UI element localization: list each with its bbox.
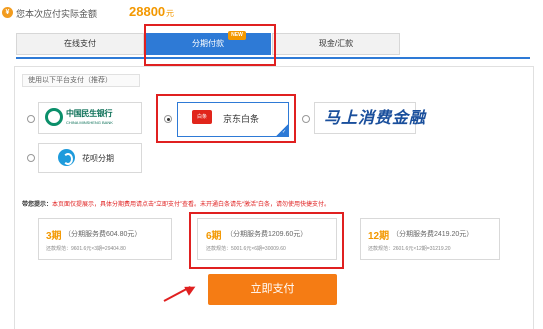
huabei-icon: [58, 149, 75, 166]
huabei-label: 花呗分期: [82, 154, 114, 163]
cmbc-name: 中国民生银行: [66, 109, 113, 118]
amount-value: 28800: [129, 4, 166, 19]
new-badge: NEW: [228, 31, 246, 40]
cmbc-logo: 中国民生银行 CHINA MINSHENG BANK: [42, 105, 132, 131]
radio-jd-baitiao[interactable]: [164, 115, 172, 123]
radio-huabei[interactable]: [27, 154, 35, 162]
yen-icon: ¥: [2, 7, 13, 18]
tab-online-pay[interactable]: 在线支付: [16, 33, 144, 55]
plan-period-3: 3期: [46, 231, 62, 242]
plan-detail-6: 还款规范：5001.6元×6期=30009.60: [206, 246, 286, 252]
plan-period-12: 12期: [368, 231, 390, 242]
plan-detail-3: 还款规范：9601.6元×3期=29404.80: [46, 246, 126, 252]
plan-period-6: 6期: [206, 231, 222, 242]
platform-section-title: 使用以下平台支付（推荐）: [22, 74, 140, 87]
tab-highlight-annotation: [144, 24, 276, 66]
jd-baitiao-label: 京东白条: [223, 114, 260, 124]
plan-fee-6: （分期服务费1209.60元）: [226, 231, 308, 238]
tip-text: 带您提示：本页面仅提展示，具体分期费用请点击“立即支付”查看。未开通白条请先“激…: [22, 199, 330, 208]
plan-fee-3: （分期服务费604.80元）: [64, 231, 142, 238]
tab-cash-transfer[interactable]: 现金/汇款: [272, 33, 400, 55]
plan-fee-12: （分期服务费2419.20元）: [392, 231, 474, 238]
tip-body: 本页面仅提展示，具体分期费用请点击“立即支付”查看。未开通白条请先“激活”白条，…: [52, 202, 331, 208]
tip-label: 带您提示：: [22, 202, 53, 208]
amount-label: 您本次应付实际金额: [16, 9, 98, 19]
plan-detail-12: 还款规范：2601.6元×12期=31219.20: [368, 246, 451, 252]
msxf-logo: 马上消费金融: [324, 110, 427, 127]
radio-msxf[interactable]: [302, 115, 310, 123]
cmbc-logo-icon: [45, 108, 63, 126]
check-icon: ✓: [282, 129, 287, 135]
amount-unit: 元: [166, 9, 174, 18]
cmbc-english-name: CHINA MINSHENG BANK: [66, 120, 113, 125]
pay-now-button[interactable]: 立即支付: [208, 274, 337, 305]
radio-cmbc[interactable]: [27, 115, 35, 123]
jd-baitiao-logo: 白条: [192, 110, 212, 124]
